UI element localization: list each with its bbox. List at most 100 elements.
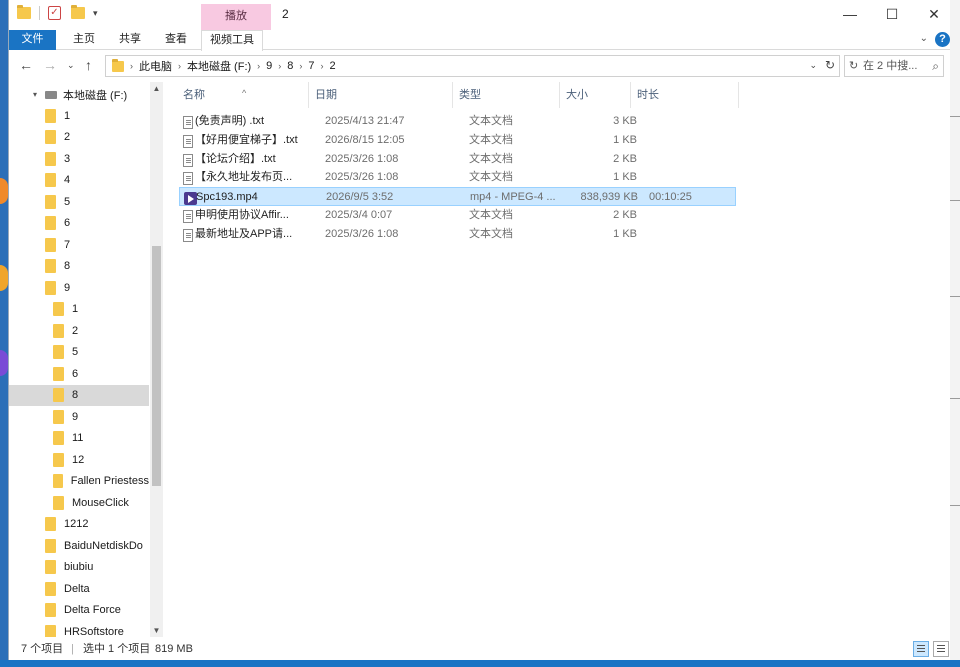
file-duration-cell (648, 112, 728, 131)
file-row[interactable]: Spc193.mp4 2026/9/5 3:52 mp4 - MPEG-4 ... 8… (179, 187, 736, 207)
tree-item-folder[interactable]: Delta Force (9, 600, 149, 621)
address-dropdown-icon[interactable]: ⌄ (809, 60, 817, 71)
breadcrumb-separator[interactable]: › (257, 61, 260, 71)
file-duration-cell: 00:10:25 (649, 191, 692, 204)
column-header-name[interactable]: 名称 ^ (177, 82, 309, 108)
scroll-up-icon[interactable]: ▲ (150, 84, 163, 93)
column-header-size[interactable]: 大小 (560, 82, 631, 108)
details-view-button[interactable] (913, 641, 929, 657)
tree-item-folder[interactable]: 5 (9, 342, 149, 363)
tree-item-label: 12 (72, 453, 85, 466)
minimize-button[interactable]: — (827, 0, 873, 30)
tab-video-tools[interactable]: 视频工具 (201, 30, 263, 51)
file-date-cell: 2025/4/13 21:47 (325, 115, 405, 127)
tree-item-label: HRSoftstore (64, 625, 124, 638)
refresh-icon[interactable]: ↻ (825, 58, 835, 72)
tree-item-folder[interactable]: 2 (9, 127, 149, 148)
file-name-cell: 申明使用协议Affir... (195, 209, 289, 221)
folder-icon (53, 345, 64, 359)
file-row[interactable]: 【好用便宜梯子】.txt 2026/8/15 12:05 文本文档 1 KB (179, 131, 739, 150)
tree-item-folder[interactable]: 2 (9, 320, 149, 341)
tree-item-folder[interactable]: 5 (9, 191, 149, 212)
tree-item-drive[interactable]: ▾ 本地磁盘 (F:) (9, 84, 149, 105)
column-header-date[interactable]: 日期 (309, 82, 453, 108)
tab-share[interactable]: 共享 (111, 30, 149, 50)
refresh-icon[interactable]: ↻ (849, 56, 858, 76)
breadcrumb-separator[interactable]: › (278, 61, 281, 71)
forward-arrow-icon[interactable]: → (43, 57, 57, 73)
context-tab-play[interactable]: 播放 (201, 4, 271, 30)
breadcrumb-2[interactable]: 2 (330, 60, 336, 72)
breadcrumb-separator[interactable]: › (321, 61, 324, 71)
file-row[interactable]: 【永久地址发布页... 2025/3/26 1:08 文本文档 1 KB (179, 168, 739, 187)
recent-locations-icon[interactable]: ⌄ (67, 60, 75, 71)
folder-icon (45, 151, 56, 166)
collapse-ribbon-icon[interactable]: ⌄ (920, 33, 928, 44)
tree-item-folder[interactable]: BaiduNetdiskDo (9, 535, 149, 556)
breadcrumb-separator[interactable]: › (178, 61, 181, 71)
tab-file[interactable]: 文件 (9, 30, 56, 50)
folder-icon (53, 366, 64, 381)
maximize-button[interactable]: ☐ (869, 0, 915, 30)
tree-item-folder[interactable]: Delta (9, 578, 149, 599)
tab-home[interactable]: 主页 (65, 30, 103, 50)
tree-item-label: 5 (64, 195, 71, 208)
breadcrumb-drive[interactable]: 本地磁盘 (F:) (187, 58, 251, 74)
breadcrumb-this-pc[interactable]: 此电脑 (139, 58, 172, 74)
tree-item-folder[interactable]: 12 (9, 449, 149, 470)
tree-item-folder[interactable]: 1 (9, 299, 149, 320)
tree-item-folder[interactable]: 7 (9, 234, 149, 255)
file-row[interactable]: (免责声明) .txt 2025/4/13 21:47 文本文档 3 KB (179, 112, 739, 131)
back-arrow-icon[interactable]: ← (19, 57, 33, 73)
breadcrumb-separator[interactable]: › (130, 61, 133, 71)
file-type-cell: mp4 - MPEG-4 ... (470, 191, 556, 204)
search-input[interactable]: ↻ 在 2 中搜... ⌕ (844, 55, 944, 77)
scroll-down-icon[interactable]: ▼ (150, 626, 163, 635)
tree-item-folder[interactable]: biubiu (9, 557, 149, 578)
folder-icon (45, 194, 56, 209)
tree-item-folder[interactable]: 9 (9, 277, 149, 298)
file-row[interactable]: 申明使用协议Affir... 2025/3/4 0:07 文本文档 2 KB (179, 206, 739, 225)
tree-item-folder[interactable]: 6 (9, 363, 149, 384)
large-icons-view-button[interactable] (933, 641, 949, 657)
tree-item-folder[interactable]: 4 (9, 170, 149, 191)
tab-view[interactable]: 查看 (157, 30, 195, 50)
tree-item-folder[interactable]: 3 (9, 148, 149, 169)
file-duration-cell (648, 168, 728, 187)
breadcrumb-9[interactable]: 9 (266, 60, 272, 72)
tree-item-folder[interactable]: 1 (9, 105, 149, 126)
new-folder-icon[interactable] (71, 5, 85, 19)
tree-item-folder[interactable]: 8 (9, 384, 149, 406)
column-header-type[interactable]: 类型 (453, 82, 560, 108)
up-arrow-icon[interactable]: ↑ (85, 57, 92, 73)
column-header-duration[interactable]: 时长 (631, 82, 739, 108)
tree-item-folder[interactable]: 6 (9, 213, 149, 234)
tree-item-folder[interactable]: MouseClick (9, 492, 149, 513)
breadcrumb-8[interactable]: 8 (287, 60, 293, 72)
file-row[interactable]: 【论坛介绍】.txt 2025/3/26 1:08 文本文档 2 KB (179, 150, 739, 169)
customize-dropdown-icon[interactable]: ▾ (93, 8, 98, 19)
file-row[interactable]: 最新地址及APP请... 2025/3/26 1:08 文本文档 1 KB (179, 225, 739, 244)
tree-item-label: 2 (72, 324, 79, 337)
breadcrumb-separator[interactable]: › (299, 61, 302, 71)
tree-item-folder[interactable]: Fallen Priestess (9, 471, 149, 492)
file-size-cell: 1 KB (613, 227, 637, 240)
tree-item-label: Delta Force (64, 604, 121, 616)
scrollbar-thumb[interactable] (152, 246, 161, 486)
search-icon[interactable]: ⌕ (932, 56, 939, 76)
tree-item-folder[interactable]: 8 (9, 256, 149, 277)
file-type-cell: 文本文档 (469, 152, 513, 165)
tree-item-folder[interactable]: 1212 (9, 514, 149, 535)
address-bar[interactable]: › 此电脑 › 本地磁盘 (F:) › 9 › 8 › 7 › 2 ⌄ ↻ (105, 55, 840, 77)
help-icon[interactable]: ? (935, 32, 950, 47)
tree-item-folder[interactable]: 11 (9, 428, 149, 449)
desktop-background-left (0, 0, 8, 667)
folder-icon (45, 237, 56, 252)
navigation-scrollbar[interactable]: ▲ ▼ (150, 82, 163, 637)
properties-check-icon[interactable]: ✓ (48, 6, 61, 20)
breadcrumb-7[interactable]: 7 (308, 60, 314, 72)
collapse-chevron-icon[interactable]: ▾ (33, 90, 43, 99)
tree-item-folder[interactable]: 9 (9, 406, 149, 427)
tree-item-folder[interactable]: HRSoftstore (9, 621, 149, 637)
close-button[interactable]: ✕ (911, 0, 957, 30)
